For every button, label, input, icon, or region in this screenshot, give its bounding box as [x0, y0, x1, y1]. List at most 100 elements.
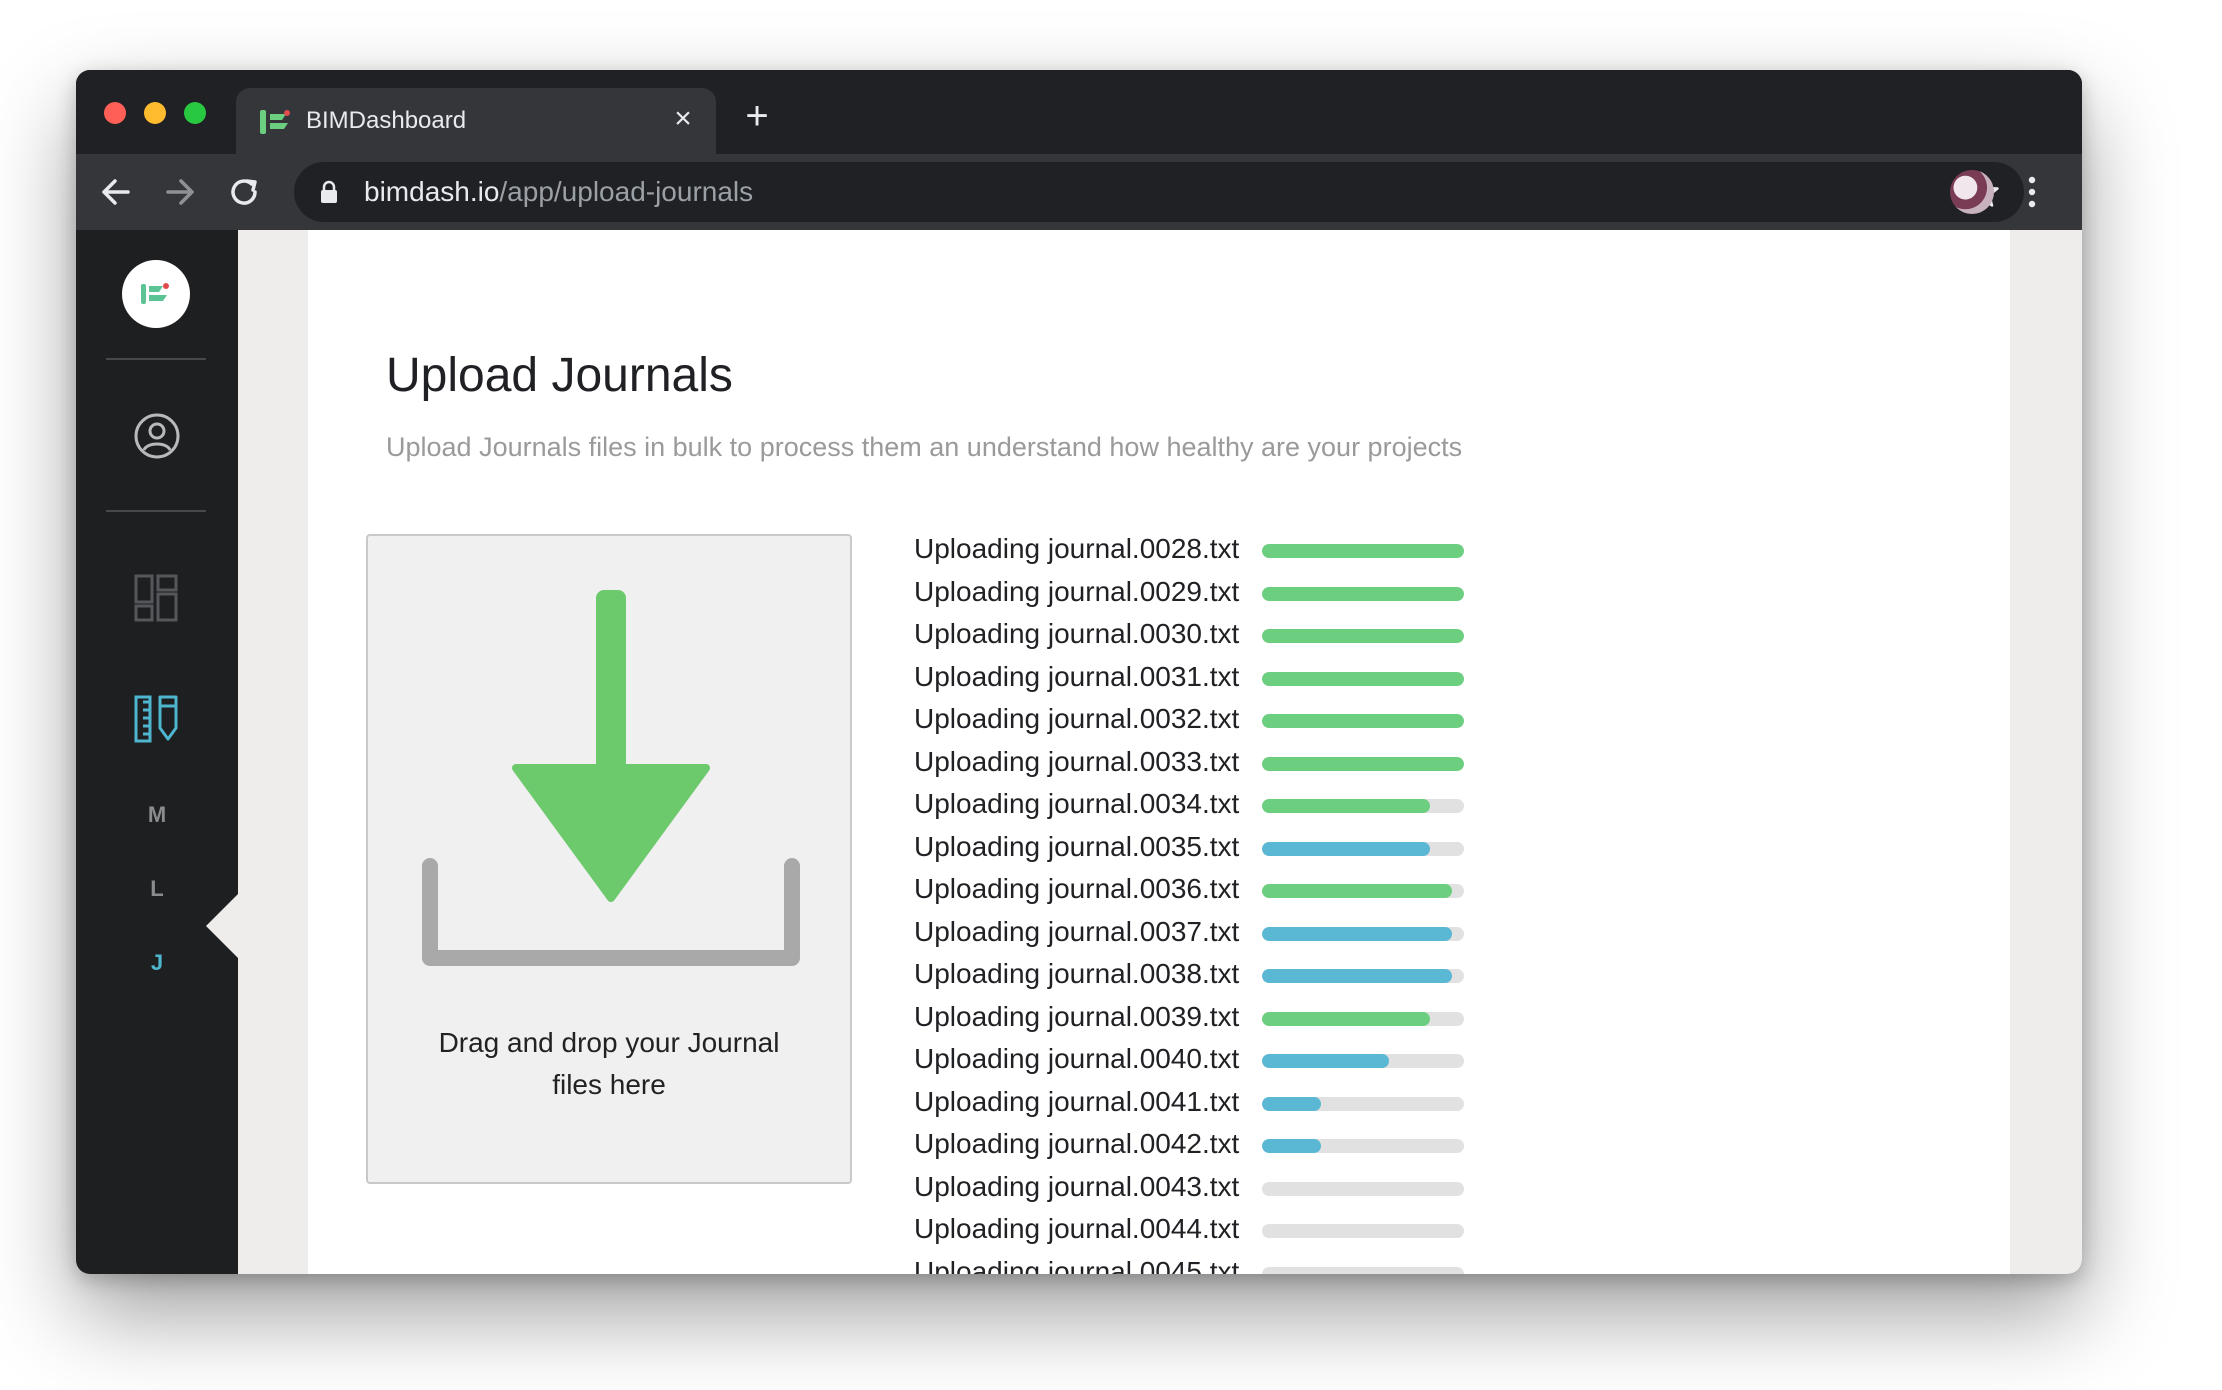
upload-filename: Uploading journal.0034.txt: [914, 788, 1240, 819]
upload-filename: Uploading journal.0029.txt: [914, 575, 1240, 607]
upload-row: Uploading journal.0032.txt: [914, 700, 1514, 742]
dropzone-line-1: Drag and drop your Journal: [438, 1027, 780, 1058]
active-indicator: [206, 894, 238, 958]
upload-row: Uploading journal.0037.txt: [914, 913, 1514, 955]
dashboard-icon[interactable]: [134, 574, 178, 622]
app-sidebar: M L J: [76, 230, 238, 1274]
dropzone-instructions: Drag and drop your Journal files here: [398, 1022, 820, 1106]
upload-filename: Uploading journal.0030.txt: [914, 618, 1240, 649]
url-host: bimdash.io: [364, 176, 500, 207]
upload-progress-fill: [1262, 629, 1464, 643]
browser-menu-icon[interactable]: [2026, 174, 2038, 210]
upload-progress-fill: [1262, 926, 1452, 941]
upload-progress-bar: [1262, 841, 1464, 856]
sidebar-item-m[interactable]: M: [76, 802, 238, 828]
upload-row: Uploading journal.0028.txt: [914, 530, 1514, 572]
upload-progress-bar: [1262, 1224, 1464, 1238]
browser-window: BIMDashboard × + bimdash.io/app/upload-j…: [76, 70, 2082, 1274]
upload-filename: Uploading journal.0036.txt: [914, 873, 1240, 904]
upload-row: Uploading journal.0045.txt: [914, 1253, 1514, 1275]
upload-row: Uploading journal.0038.txt: [914, 955, 1514, 997]
upload-filename: Uploading journal.0035.txt: [914, 830, 1240, 862]
page-viewport: M L J Upload Journals Upload Journals fi…: [76, 230, 2082, 1274]
browser-tab[interactable]: BIMDashboard ×: [236, 88, 716, 154]
upload-filename: Uploading journal.0031.txt: [914, 660, 1240, 692]
new-tab-button[interactable]: +: [740, 96, 774, 136]
upload-progress-fill: [1262, 1011, 1430, 1026]
close-tab-icon[interactable]: ×: [668, 104, 698, 134]
upload-progress-fill: [1262, 969, 1452, 983]
upload-progress-bar: [1262, 1266, 1464, 1274]
upload-filename: Uploading journal.0040.txt: [914, 1043, 1240, 1074]
upload-progress-fill: [1262, 544, 1464, 558]
title-bar: BIMDashboard × +: [76, 70, 2082, 154]
upload-progress-bar: [1262, 1096, 1464, 1111]
sidebar-divider: [106, 510, 206, 512]
bimdashboard-favicon-icon: [260, 110, 290, 134]
logo-icon: [141, 283, 169, 304]
upload-progress-bar: [1262, 969, 1464, 983]
upload-progress-bar: [1262, 544, 1464, 558]
upload-progress-bar: [1262, 671, 1464, 686]
close-window-button[interactable]: [104, 102, 126, 124]
url-path: /app/upload-journals: [499, 176, 754, 207]
page-subtitle: Upload Journals files in bulk to process…: [386, 432, 1463, 462]
upload-filename: Uploading journal.0038.txt: [914, 958, 1240, 989]
upload-filename: Uploading journal.0037.txt: [914, 915, 1240, 947]
upload-progress-fill: [1262, 884, 1452, 898]
forward-arrow-icon[interactable]: [160, 172, 200, 212]
file-dropzone[interactable]: Drag and drop your Journal files here: [366, 534, 852, 1184]
upload-progress-bar: [1262, 1181, 1464, 1196]
upload-progress-bar: [1262, 714, 1464, 728]
upload-progress-bar: [1262, 1054, 1464, 1068]
upload-progress-fill: [1262, 671, 1464, 686]
journals-icon[interactable]: [134, 694, 180, 744]
lock-icon: [321, 180, 337, 203]
upload-progress-bar: [1262, 1011, 1464, 1026]
sidebar-divider: [106, 358, 206, 360]
upload-filename: Uploading journal.0042.txt: [914, 1128, 1240, 1159]
upload-filename: Uploading journal.0028.txt: [914, 533, 1240, 564]
url-text: bimdash.io/app/upload-journals: [364, 176, 753, 208]
upload-filename: Uploading journal.0032.txt: [914, 703, 1240, 734]
upload-row: Uploading journal.0030.txt: [914, 615, 1514, 657]
main-card: Upload Journals Upload Journals files in…: [308, 230, 2010, 1274]
upload-row: Uploading journal.0044.txt: [914, 1210, 1514, 1252]
page-title: Upload Journals: [386, 349, 733, 402]
reload-icon[interactable]: [224, 172, 264, 212]
maximize-window-button[interactable]: [184, 102, 206, 124]
tab-title: BIMDashboard: [306, 107, 467, 134]
upload-progress-fill: [1262, 714, 1464, 728]
upload-filename: Uploading journal.0033.txt: [914, 745, 1240, 777]
upload-progress-bar: [1262, 1139, 1464, 1153]
upload-row: Uploading journal.0040.txt: [914, 1040, 1514, 1082]
upload-row: Uploading journal.0042.txt: [914, 1125, 1514, 1167]
upload-row: Uploading journal.0039.txt: [914, 998, 1514, 1040]
upload-progress-bar: [1262, 756, 1464, 771]
app-logo[interactable]: [122, 260, 190, 328]
upload-progress-bar: [1262, 799, 1464, 813]
upload-row: Uploading journal.0034.txt: [914, 785, 1514, 827]
upload-filename: Uploading journal.0039.txt: [914, 1000, 1240, 1032]
upload-progress-bar: [1262, 884, 1464, 898]
upload-filename: Uploading journal.0044.txt: [914, 1213, 1240, 1244]
upload-progress-fill: [1262, 586, 1464, 601]
upload-progress-fill: [1262, 841, 1430, 856]
upload-row: Uploading journal.0029.txt: [914, 573, 1514, 615]
address-bar[interactable]: bimdash.io/app/upload-journals: [294, 162, 2024, 222]
upload-progress-fill: [1262, 756, 1464, 771]
upload-progress-fill: [1262, 1054, 1390, 1068]
upload-row: Uploading journal.0031.txt: [914, 658, 1514, 700]
upload-row: Uploading journal.0035.txt: [914, 828, 1514, 870]
upload-filename: Uploading journal.0045.txt: [914, 1255, 1240, 1275]
profile-avatar[interactable]: [1950, 170, 1994, 214]
back-arrow-icon[interactable]: [96, 172, 136, 212]
upload-filename: Uploading journal.0041.txt: [914, 1085, 1240, 1117]
upload-progress-bar: [1262, 926, 1464, 941]
user-icon[interactable]: [133, 412, 181, 460]
upload-progress-bar: [1262, 586, 1464, 601]
minimize-window-button[interactable]: [144, 102, 166, 124]
upload-progress-fill: [1262, 1139, 1321, 1153]
upload-progress-bar: [1262, 629, 1464, 643]
browser-toolbar: bimdash.io/app/upload-journals: [76, 154, 2082, 230]
